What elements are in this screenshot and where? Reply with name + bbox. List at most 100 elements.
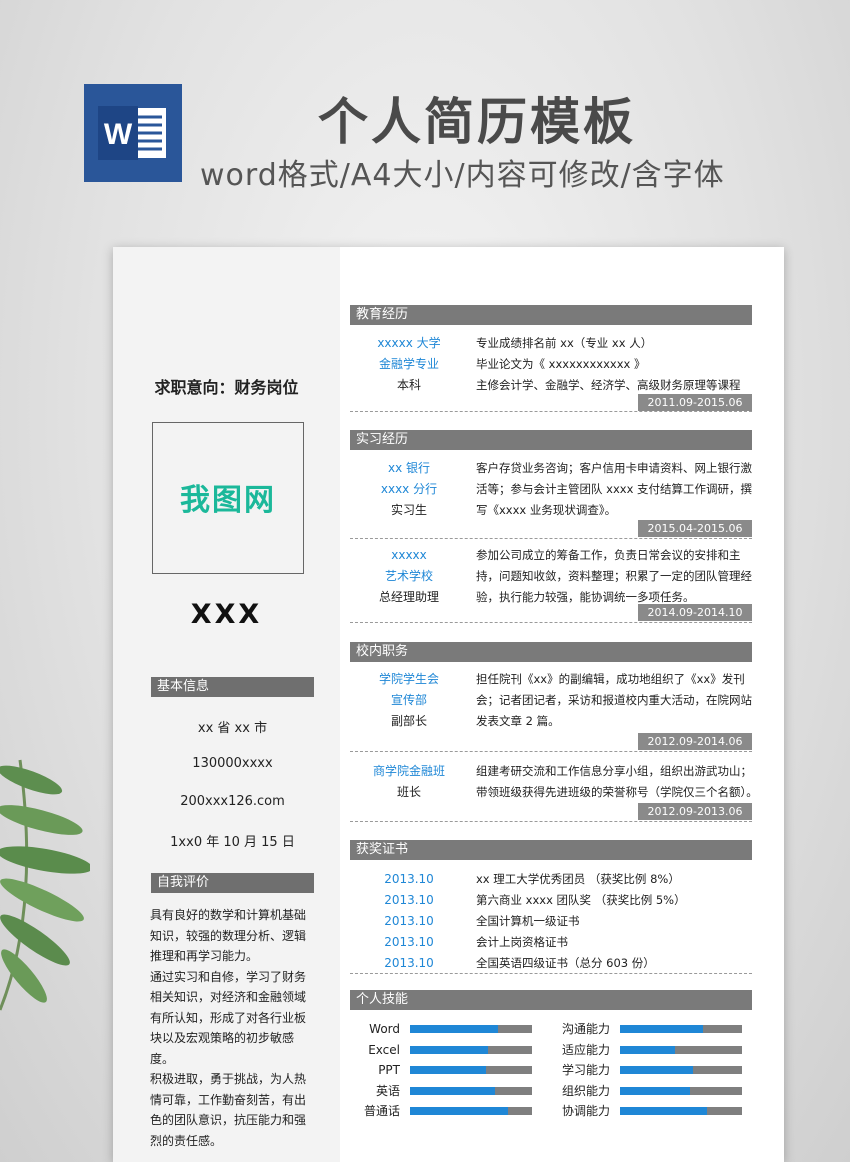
campus-desc: 担任院刊《xx》的副编辑，成功地组织了《xx》发刊会；记者团记者，采访和报道校内… [476,672,752,728]
skill-bar-track [410,1066,532,1074]
skill-bar-track [620,1045,742,1054]
divider [350,973,752,974]
award-text: 全国英语四级证书（总分 603 份） [476,956,655,970]
education-heading: 教育经历 [350,305,752,325]
role: 总经理助理 [378,590,439,604]
skill-row: 协调能力 [550,1101,750,1121]
skill-label: Excel [368,1042,400,1057]
campus-detail: 组建考研交流和工作信息分享小组，组织出游武功山； [476,764,752,778]
role: 班长 [396,785,421,799]
award-text: xx 理工大学优秀团员 （获奖比例 8%） [476,872,680,886]
org-dept: 宣传部 [390,693,427,707]
skills-heading: 个人技能 [350,990,752,1010]
skill-row: 适应能力 [550,1040,750,1060]
skill-row: 普通话 [340,1101,540,1121]
self-eval-para: 具有良好的数学和计算机基础知识，较强的数理分析、逻辑推理和再学习能力。 [150,908,307,963]
award-row: 2013.10 第六商业 xxxx 团队奖 （获奖比例 5%） [350,890,752,911]
skill-bar-track [620,1025,742,1033]
internship-heading: 实习经历 [350,430,752,450]
skill-bar-track [620,1066,742,1074]
org-name: xx 银行 [387,461,431,475]
skill-bar-track [410,1045,532,1054]
org-name: xxxxx [391,548,427,562]
skill-row: 英语 [340,1081,540,1101]
info-phone: 130000xxxx [192,756,273,771]
award-text: 全国计算机一级证书 [476,914,580,928]
skill-row: Excel [340,1040,540,1060]
date-tag: 2014.09-2014.10 [638,604,752,621]
divider [350,751,752,752]
skill-bar-fill [620,1107,707,1115]
skill-bar-track [410,1086,532,1095]
info-email: 200xxx126.com [180,794,285,809]
basic-info-heading: 基本信息 [151,677,314,697]
skill-row: PPT [340,1060,540,1080]
skill-row: 组织能力 [550,1081,750,1101]
campus-heading: 校内职务 [350,642,752,662]
job-target: 求职意向：财务岗位 [154,378,299,397]
divider [350,622,752,623]
self-eval-para: 通过实习和自修，学习了财务相关知识，对经济和金融领域有所认知，形成了对各行业板块… [150,969,307,1066]
divider [350,411,752,412]
self-eval-heading: 自我评价 [151,873,314,893]
award-year: 2013.10 [384,893,434,907]
divider [350,821,752,822]
award-row: 2013.10 全国计算机一级证书 [350,911,752,932]
self-eval-para: 积极进取，勇于挑战，为人热情可靠，工作勤奋刻苦，有出色的团队意识，抗压能力和强烈… [150,1072,307,1148]
internship-entry: xxxxx 艺术学校 总经理助理 参加公司成立的筹备工作，负责日常会议的安排和主… [350,545,752,627]
org-branch: xxxx 分行 [380,482,438,496]
award-year: 2013.10 [384,935,434,949]
skill-bar-fill [620,1025,703,1033]
award-year: 2013.10 [384,872,434,886]
award-year: 2013.10 [384,956,434,970]
award-row: 2013.10 会计上岗资格证书 [350,932,752,953]
skill-label: 适应能力 [561,1042,610,1057]
internship-desc: 客户存贷业务咨询；客户信用卡申请资料、网上银行激活等；参与会计主管团队 xxxx… [476,461,753,517]
photo-placeholder: 我图网 [152,422,304,574]
skill-bar-track [620,1107,742,1115]
skill-label: 普通话 [363,1104,400,1118]
role: 副部长 [390,714,427,728]
skill-bar-fill [410,1045,489,1054]
info-birthday: 1xx0 年 10 月 15 日 [170,835,295,850]
info-location: xx 省 xx 市 [197,721,268,736]
award-text: 第六商业 xxxx 团队奖 （获奖比例 5%） [476,893,686,907]
skill-bar-fill [410,1066,486,1074]
award-row: 2013.10 全国英语四级证书（总分 603 份） [350,953,752,974]
skill-bar-fill [620,1066,694,1074]
award-row: 2013.10 xx 理工大学优秀团员 （获奖比例 8%） [350,869,752,890]
school-name: xxxxx 大学 [377,336,441,350]
skill-bar-track [620,1086,742,1095]
awards-heading: 获奖证书 [350,840,752,860]
skill-bar-fill [620,1086,690,1095]
self-eval-text: 具有良好的数学和计算机基础知识，较强的数理分析、逻辑推理和再学习能力。 通过实习… [150,905,312,1151]
word-logo-icon: W [84,84,182,182]
skill-row: Word [340,1019,540,1039]
date-tag: 2011.09-2015.06 [638,394,752,411]
date-tag: 2012.09-2013.06 [638,803,752,820]
skill-label: 沟通能力 [561,1022,610,1036]
campus-entry: 商学院金融班 班长 组建考研交流和工作信息分享小组，组织出游武功山； 带领班级获… [350,761,758,823]
resume-sidebar: 求职意向：财务岗位 我图网 XXX 基本信息 xx 省 xx 市 130000x… [113,247,340,1162]
degree: 本科 [396,378,421,392]
major: 金融学专业 [378,357,439,371]
resume-main: 教育经历 xxxxx 大学 金融学专业 本科 专业成绩排名前 xx（专业 xx … [340,247,784,1162]
page-subtitle: word格式/A4大小/内容可修改/含字体 [200,158,725,193]
edu-detail: 专业成绩排名前 xx（专业 xx 人） [476,336,653,350]
skill-bar-fill [620,1045,675,1054]
photo-watermark: 我图网 [180,483,276,518]
skill-label: 英语 [375,1083,400,1098]
skill-row: 学习能力 [550,1060,750,1080]
education-entry: xxxxx 大学 金融学专业 本科 专业成绩排名前 xx（专业 xx 人） 毕业… [350,333,752,413]
skill-label: 协调能力 [561,1104,610,1118]
skill-bar-track [410,1107,532,1115]
role: 实习生 [390,503,427,517]
award-year: 2013.10 [384,914,434,928]
skill-bar-fill [410,1107,508,1115]
skill-bar-track [410,1025,532,1033]
page-title: 个人简历模板 [318,93,636,151]
skill-label: Word [369,1022,400,1036]
org-name: 商学院金融班 [372,764,445,778]
leaf-decoration [0,759,90,1011]
internship-entry: xx 银行 xxxx 分行 实习生 客户存贷业务咨询；客户信用卡申请资料、网上银… [350,458,752,540]
